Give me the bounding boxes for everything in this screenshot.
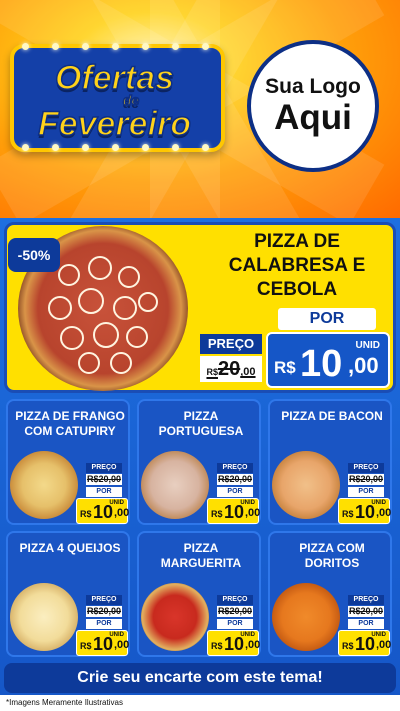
promo-title-line3: Fevereiro: [37, 104, 192, 144]
product-price-value: 10: [224, 634, 245, 654]
product-card[interactable]: PIZZA MARGUERITA PREÇO R$20,00 POR UNID …: [137, 531, 261, 657]
product-price-cents: ,00: [376, 507, 392, 519]
product-card[interactable]: PIZZA COM DORITOS PREÇO R$20,00 POR UNID…: [268, 531, 392, 657]
product-price-value: 10: [224, 502, 245, 522]
logo-text-line1: Sua Logo: [265, 75, 361, 98]
create-flyer-banner[interactable]: Crie seu encarte com este tema!: [4, 663, 396, 693]
product-por-label: POR: [217, 487, 253, 497]
product-new-price: UNID R$ 10 ,00: [338, 498, 392, 524]
product-price-value: 10: [93, 502, 114, 522]
product-preco-label: PREÇO: [348, 463, 384, 473]
product-name-line2: PORTUGUESA: [158, 424, 244, 438]
featured-por-label: POR: [278, 308, 376, 330]
product-currency: R$: [211, 509, 223, 519]
product-preco-label: PREÇO: [86, 595, 122, 605]
product-pizza-image: [141, 451, 209, 519]
product-currency: R$: [211, 641, 223, 651]
logo-text-line2: Aqui: [274, 98, 352, 137]
product-name: PIZZA 4 QUEIJOS: [8, 541, 132, 556]
product-old-price: R$20,00: [217, 474, 253, 485]
product-name: PIZZA PORTUGUESA: [139, 409, 263, 439]
product-pizza-image: [272, 451, 340, 519]
product-currency: R$: [342, 641, 354, 651]
featured-title-line2: CALABRESA E: [228, 255, 366, 276]
disclaimer-footnote: *Imagens Meramente Ilustrativas: [0, 695, 400, 711]
product-price-value: 10: [93, 634, 114, 654]
featured-old-currency: R$: [206, 367, 218, 377]
product-price-value: 10: [355, 502, 376, 522]
product-name: PIZZA MARGUERITA: [139, 541, 263, 571]
featured-currency: R$: [274, 358, 296, 377]
featured-price-cents: ,00: [348, 353, 379, 378]
product-name: PIZZA COM DORITOS: [270, 541, 394, 571]
product-old-price: R$20,00: [348, 474, 384, 485]
product-preco-label: PREÇO: [86, 463, 122, 473]
product-new-price: UNID R$ 10 ,00: [207, 498, 261, 524]
product-name-line2: DORITOS: [304, 556, 360, 570]
featured-title: PIZZA DE CALABRESA E CEBOLA: [200, 230, 394, 302]
product-old-price: R$20,00: [348, 606, 384, 617]
promo-title-line1: Ofertas: [54, 59, 175, 97]
featured-old-value: 20: [217, 358, 241, 380]
product-price-cents: ,00: [376, 639, 392, 651]
product-name: PIZZA DE BACON: [270, 409, 394, 424]
discount-badge: -50%: [8, 238, 60, 272]
product-preco-label: PREÇO: [348, 595, 384, 605]
product-name-line1: PIZZA DE BACON: [281, 409, 383, 423]
product-card[interactable]: PIZZA 4 QUEIJOS PREÇO R$20,00 POR UNID R…: [6, 531, 130, 657]
product-currency: R$: [80, 641, 92, 651]
product-price-cents: ,00: [114, 639, 130, 651]
product-pizza-image: [10, 583, 78, 651]
product-new-price: UNID R$ 10 ,00: [207, 630, 261, 656]
product-new-price: UNID R$ 10 ,00: [76, 498, 130, 524]
product-currency: R$: [80, 509, 92, 519]
featured-price-value: 10: [300, 343, 343, 385]
product-name-line1: PIZZA: [183, 409, 219, 423]
featured-old-price: R$20,00: [200, 356, 262, 382]
product-name-line1: PIZZA: [183, 541, 219, 555]
product-price-cents: ,00: [245, 639, 261, 651]
featured-title-line3: CEBOLA: [256, 279, 338, 300]
product-name-line2: MARGUERITA: [160, 556, 242, 570]
product-price-cents: ,00: [114, 507, 130, 519]
logo-placeholder[interactable]: Sua Logo Aqui: [247, 40, 379, 172]
featured-unid-label: UNID: [355, 340, 380, 351]
product-currency: R$: [342, 509, 354, 519]
product-card[interactable]: PIZZA DE FRANGO COM CATUPIRY PREÇO R$20,…: [6, 399, 130, 525]
product-pizza-image: [141, 583, 209, 651]
product-por-label: POR: [217, 619, 253, 629]
product-price-cents: ,00: [245, 507, 261, 519]
product-preco-label: PREÇO: [217, 463, 253, 473]
product-por-label: POR: [348, 487, 384, 497]
product-por-label: POR: [348, 619, 384, 629]
featured-old-cents: ,00: [240, 366, 256, 378]
product-new-price: UNID R$ 10 ,00: [76, 630, 130, 656]
product-por-label: POR: [86, 619, 122, 629]
product-card[interactable]: PIZZA DE BACON PREÇO R$20,00 POR UNID R$…: [268, 399, 392, 525]
product-por-label: POR: [86, 487, 122, 497]
product-old-price: R$20,00: [86, 606, 122, 617]
product-preco-label: PREÇO: [217, 595, 253, 605]
product-old-price: R$20,00: [86, 474, 122, 485]
featured-preco-label: PREÇO: [200, 334, 262, 354]
featured-new-price: UNID R$ 10 ,00: [266, 332, 390, 388]
product-card[interactable]: PIZZA PORTUGUESA PREÇO R$20,00 POR UNID …: [137, 399, 261, 525]
product-pizza-image: [272, 583, 340, 651]
product-name-line1: PIZZA 4 QUEIJOS: [19, 541, 121, 555]
product-new-price: UNID R$ 10 ,00: [338, 630, 392, 656]
header-banner: Ofertas de Fevereiro Sua Logo Aqui: [0, 0, 400, 218]
product-price-value: 10: [355, 634, 376, 654]
product-name-line1: PIZZA COM: [299, 541, 365, 555]
featured-title-line1: PIZZA DE: [254, 231, 340, 252]
product-name: PIZZA DE FRANGO COM CATUPIRY: [8, 409, 132, 439]
product-old-price: R$20,00: [217, 606, 253, 617]
product-name-line1: PIZZA DE FRANGO: [15, 409, 125, 423]
product-pizza-image: [10, 451, 78, 519]
product-name-line2: COM CATUPIRY: [24, 424, 116, 438]
